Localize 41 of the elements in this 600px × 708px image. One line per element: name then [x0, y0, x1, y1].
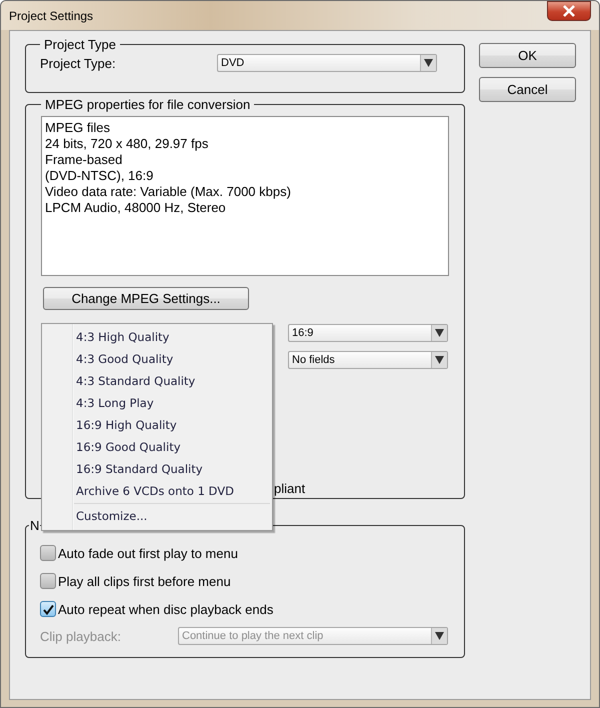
window-title: Project Settings [9, 8, 94, 22]
group-title: MPEG properties for file conversion [44, 97, 252, 112]
dropdown-arrow-icon [435, 329, 444, 337]
field-label: Clip playback: [40, 628, 122, 644]
dialog-button[interactable]: OK [479, 43, 576, 68]
property-line: 24 bits, 720 x 480, 29.97 fps [45, 136, 210, 152]
property-line: Frame-based [45, 152, 124, 168]
checkbox-row[interactable]: Auto repeat when disc playback ends [40, 595, 450, 623]
field-label: Project Type: [40, 56, 117, 70]
menu-item[interactable]: 16:9 Good Quality [42, 436, 272, 458]
menu-item[interactable]: 4:3 Long Play [42, 392, 272, 414]
menu-item[interactable]: 16:9 High Quality [42, 414, 272, 436]
change-settings-button[interactable]: Change MPEG Settings... [43, 287, 249, 310]
checkbox[interactable] [40, 573, 56, 589]
dialog-button[interactable]: Cancel [479, 77, 576, 102]
dropdown-arrow-icon [424, 59, 433, 67]
menu-item[interactable]: Customize... [42, 505, 272, 527]
option-dropdown[interactable]: 16:9 [288, 324, 448, 342]
property-line: (DVD-NTSC), 16:9 [45, 168, 154, 184]
menu-item[interactable]: 16:9 Standard Quality [42, 458, 272, 480]
checkbox-label: pliant [274, 481, 306, 496]
option-dropdown[interactable]: No fields [288, 351, 448, 369]
dropdown-arrow-icon [435, 632, 444, 640]
menu-item[interactable]: 4:3 Standard Quality [42, 370, 272, 392]
project-type-dropdown[interactable]: DVD [217, 54, 437, 72]
menu-item[interactable]: Archive 6 VCDs onto 1 DVD [42, 480, 272, 502]
property-line: Video data rate: Variable (Max. 7000 kbps) [45, 184, 292, 200]
close-button[interactable] [547, 1, 591, 21]
checkbox[interactable] [40, 601, 56, 617]
group-title: N [29, 518, 40, 533]
menu-item[interactable]: 4:3 Good Quality [42, 348, 272, 370]
menu-item[interactable]: 4:3 High Quality [42, 326, 272, 348]
property-line: LPCM Audio, 48000 Hz, Stereo [45, 200, 227, 216]
checkbox-row[interactable]: Auto fade out first play to menu [40, 539, 450, 567]
checkbox[interactable] [40, 545, 56, 561]
group-title: Project Type [43, 37, 118, 52]
close-icon [562, 5, 576, 17]
checkbox-row[interactable]: Play all clips first before menu [40, 567, 450, 595]
checkmark-icon [42, 602, 54, 616]
dropdown-arrow-icon [435, 356, 444, 364]
property-line: MPEG files [45, 120, 112, 136]
